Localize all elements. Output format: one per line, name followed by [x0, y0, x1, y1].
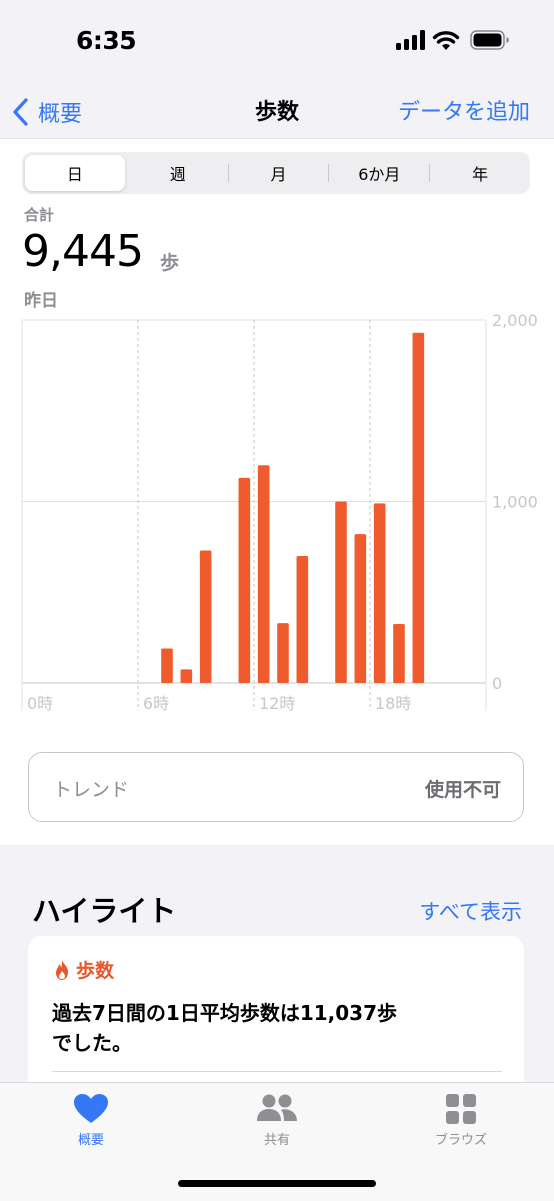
- steps-bar: [180, 669, 193, 683]
- trend-label: トレンド: [53, 779, 130, 801]
- segment-6-months[interactable]: 6か月: [329, 152, 429, 194]
- tab-sharing[interactable]: 共有: [217, 1093, 337, 1148]
- x-tick-label: 6時: [143, 694, 169, 713]
- highlight-text: 過去7日間の1日平均歩数は11,037歩 でした。: [52, 998, 472, 1058]
- trend-card[interactable]: トレンド 使用不可: [28, 752, 524, 822]
- segment-week[interactable]: 週: [128, 152, 228, 194]
- navigation-bar: 概要 歩数 データを追加: [0, 84, 554, 139]
- steps-bar: [335, 501, 347, 683]
- people-icon: [257, 1094, 297, 1121]
- wifi-icon: [432, 31, 460, 50]
- segment-month[interactable]: 月: [229, 152, 329, 194]
- heart-icon: [74, 1094, 108, 1123]
- total-steps-value: 9,445: [22, 226, 144, 277]
- x-tick-label: 0時: [27, 694, 53, 713]
- home-indicator: [178, 1180, 376, 1187]
- add-data-button[interactable]: データを追加: [398, 94, 530, 126]
- chevron-left-icon: [13, 98, 28, 126]
- steps-bar: [393, 624, 405, 683]
- back-button[interactable]: 概要: [10, 92, 82, 132]
- steps-bar: [238, 477, 251, 683]
- tab-browse[interactable]: ブラウズ: [401, 1093, 521, 1148]
- total-steps-unit: 歩: [160, 252, 180, 274]
- trend-status: 使用不可: [424, 779, 501, 801]
- see-all-button[interactable]: すべて表示: [419, 896, 522, 926]
- grid-icon: [446, 1094, 476, 1124]
- highlight-text-line: 過去7日間の1日平均歩数は11,037歩: [52, 1001, 398, 1025]
- flame-icon: [56, 959, 68, 980]
- tab-summary-label: 概要: [77, 1133, 104, 1148]
- steps-bar: [257, 465, 270, 683]
- segment-year[interactable]: 年: [430, 152, 530, 194]
- segment-day[interactable]: 日: [25, 155, 125, 191]
- tab-sharing-label: 共有: [263, 1133, 290, 1148]
- steps-bar: [373, 503, 386, 683]
- tab-browse-label: ブラウズ: [434, 1133, 487, 1148]
- status-time: 6:35: [76, 26, 137, 55]
- cellular-signal-icon: [396, 30, 425, 50]
- back-button-label: 概要: [38, 102, 83, 127]
- x-tick-label: 12時: [259, 694, 295, 713]
- steps-bar: [296, 555, 309, 683]
- y-tick-label: 0: [492, 674, 502, 693]
- steps-bar: [412, 332, 425, 683]
- y-tick-label: 1,000: [492, 493, 538, 512]
- battery-icon: [470, 30, 509, 50]
- tab-summary[interactable]: 概要: [31, 1093, 151, 1148]
- x-tick-label: 18時: [375, 694, 411, 713]
- steps-bar-chart[interactable]: 2,000 1,000 0 0時 6時 12時 18時: [0, 308, 554, 718]
- total-label: 合計: [24, 206, 55, 224]
- steps-bar: [277, 623, 289, 683]
- steps-bar: [354, 534, 367, 683]
- highlights-title: ハイライト: [32, 894, 177, 928]
- steps-bar: [161, 648, 173, 683]
- highlight-category-label: 歩数: [76, 960, 115, 982]
- highlight-divider: [52, 1071, 502, 1072]
- highlight-category: 歩数: [52, 956, 114, 983]
- y-tick-label: 2,000: [492, 311, 538, 330]
- steps-bar: [199, 550, 212, 683]
- status-bar: 6:35: [0, 0, 554, 84]
- period-segmented-control: 日 週 月 6か月 年: [22, 152, 530, 194]
- highlight-text-line: でした。: [52, 1031, 132, 1055]
